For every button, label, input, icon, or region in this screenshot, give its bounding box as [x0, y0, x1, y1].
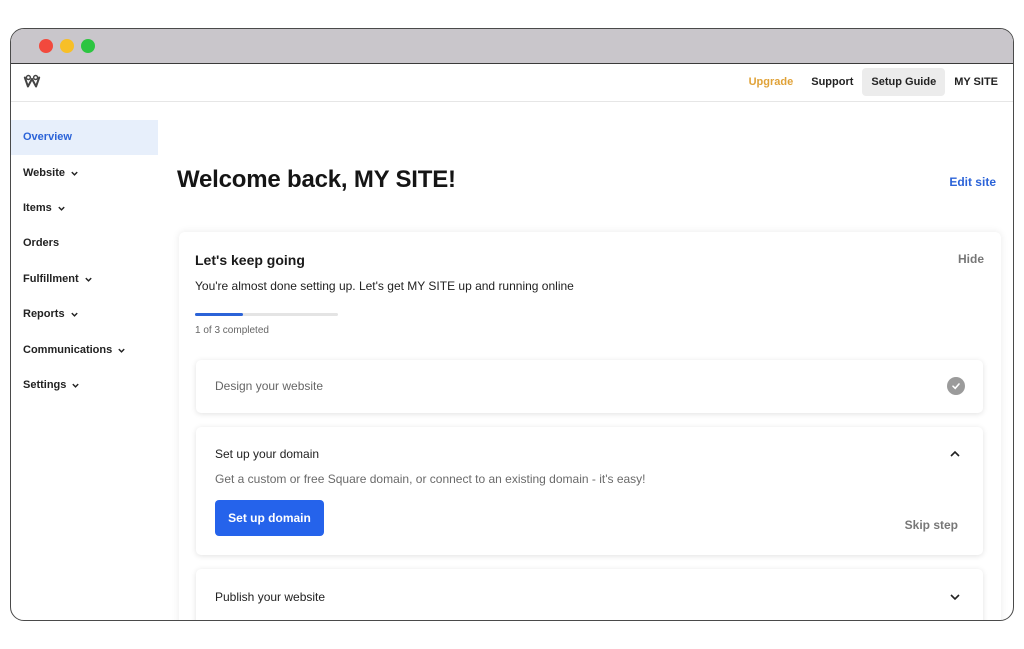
sidebar-item-label: Communications — [23, 343, 113, 356]
sidebar-item-label: Website — [23, 166, 65, 179]
sidebar: Overview Website Items Orders Fulfillmen… — [11, 120, 158, 403]
step-title: Design your website — [215, 379, 324, 393]
chevron-down-icon — [118, 348, 125, 353]
sidebar-item-website[interactable]: Website — [11, 155, 158, 190]
check-circle-icon — [947, 377, 965, 395]
chevron-down-icon[interactable] — [949, 591, 961, 603]
chevron-down-icon — [58, 206, 65, 211]
step-title: Set up your domain — [215, 447, 320, 461]
chevron-down-icon — [72, 383, 80, 388]
chevron-down-icon — [71, 171, 78, 176]
support-link[interactable]: Support — [802, 68, 862, 96]
sidebar-item-label: Fulfillment — [23, 272, 79, 285]
minimize-window-button[interactable] — [60, 39, 74, 53]
setup-guide-link[interactable]: Setup Guide — [862, 68, 946, 96]
sidebar-item-orders[interactable]: Orders — [11, 226, 158, 261]
sidebar-item-reports[interactable]: Reports — [11, 297, 158, 332]
step-setup-domain: Set up your domain Get a custom or free … — [196, 427, 983, 555]
progress-bar — [195, 313, 338, 316]
chevron-down-icon — [84, 277, 92, 282]
sidebar-item-label: Reports — [23, 308, 65, 321]
browser-window: Upgrade Support Setup Guide MY SITE Over… — [10, 28, 1014, 621]
step-design-website[interactable]: Design your website — [196, 360, 983, 413]
setup-guide-card: Let's keep going Hide You're almost done… — [179, 232, 1001, 620]
main-content: Welcome back, MY SITE! Edit site Let's k… — [177, 102, 1013, 620]
my-site-menu[interactable]: MY SITE — [945, 68, 1007, 96]
sidebar-item-items[interactable]: Items — [11, 191, 158, 226]
chevron-down-icon — [70, 312, 78, 318]
step-title: Publish your website — [215, 590, 326, 604]
progress-bar-fill — [195, 313, 243, 316]
top-nav-links: Upgrade Support Setup Guide MY SITE — [740, 67, 1007, 97]
step-publish-website[interactable]: Publish your website — [196, 569, 983, 620]
close-window-button[interactable] — [39, 39, 53, 53]
sidebar-item-label: Settings — [23, 378, 67, 391]
sidebar-item-fulfillment[interactable]: Fulfillment — [11, 262, 158, 297]
hide-button[interactable]: Hide — [958, 252, 984, 266]
sidebar-item-communications[interactable]: Communications — [11, 332, 158, 367]
card-subtitle: You're almost done setting up. Let's get… — [195, 279, 574, 293]
progress-text: 1 of 3 completed — [195, 325, 269, 336]
sidebar-item-label: Items — [23, 201, 52, 214]
step-description: Get a custom or free Square domain, or c… — [215, 472, 646, 486]
top-navigation: Upgrade Support Setup Guide MY SITE — [11, 64, 1013, 102]
sidebar-item-label: Overview — [23, 131, 72, 144]
window-titlebar — [11, 29, 1013, 64]
weebly-logo-icon[interactable] — [23, 73, 41, 91]
skip-step-button[interactable]: Skip step — [905, 518, 958, 532]
set-up-domain-button[interactable]: Set up domain — [215, 500, 324, 536]
sidebar-item-label: Orders — [23, 237, 60, 250]
sidebar-item-settings[interactable]: Settings — [11, 368, 158, 403]
page-title: Welcome back, MY SITE! — [177, 166, 456, 193]
chevron-up-icon[interactable] — [949, 448, 961, 460]
edit-site-link[interactable]: Edit site — [949, 175, 996, 189]
maximize-window-button[interactable] — [81, 39, 95, 53]
card-title: Let's keep going — [195, 252, 305, 268]
upgrade-link[interactable]: Upgrade — [740, 68, 803, 96]
sidebar-item-overview[interactable]: Overview — [11, 120, 158, 156]
